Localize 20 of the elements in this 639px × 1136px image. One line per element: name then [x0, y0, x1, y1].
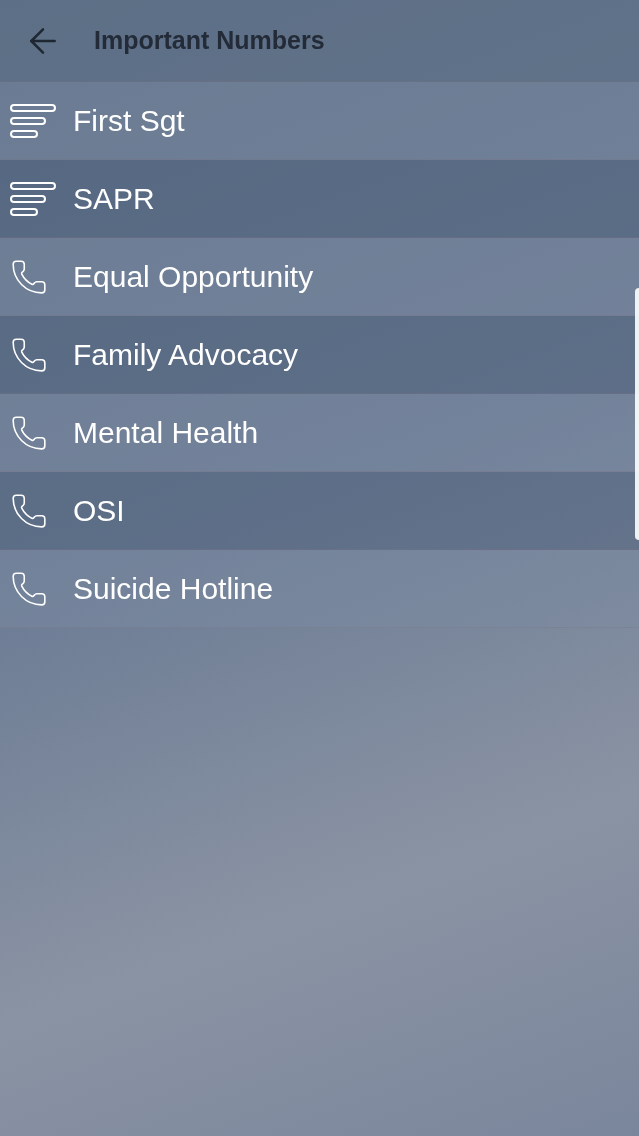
page-title: Important Numbers [94, 24, 325, 56]
phone-icon [10, 335, 48, 374]
list-item[interactable]: OSI [0, 472, 639, 550]
item-label: Equal Opportunity [73, 259, 314, 295]
item-label: Mental Health [73, 415, 259, 451]
phone-icon [10, 413, 48, 452]
list-item[interactable]: SAPR [0, 160, 639, 238]
lines-icon [10, 181, 56, 216]
lines-icon [10, 103, 56, 138]
item-label: SAPR [73, 181, 155, 217]
item-label: First Sgt [73, 103, 185, 139]
phone-icon [10, 257, 48, 296]
phone-icon [10, 491, 48, 530]
list-item[interactable]: Equal Opportunity [0, 238, 639, 316]
phone-icon [10, 569, 48, 608]
item-label: OSI [73, 493, 125, 529]
list-item[interactable]: Suicide Hotline [0, 550, 639, 628]
item-label: Family Advocacy [73, 337, 299, 373]
item-label: Suicide Hotline [73, 571, 274, 607]
list-item[interactable]: First Sgt [0, 82, 639, 160]
